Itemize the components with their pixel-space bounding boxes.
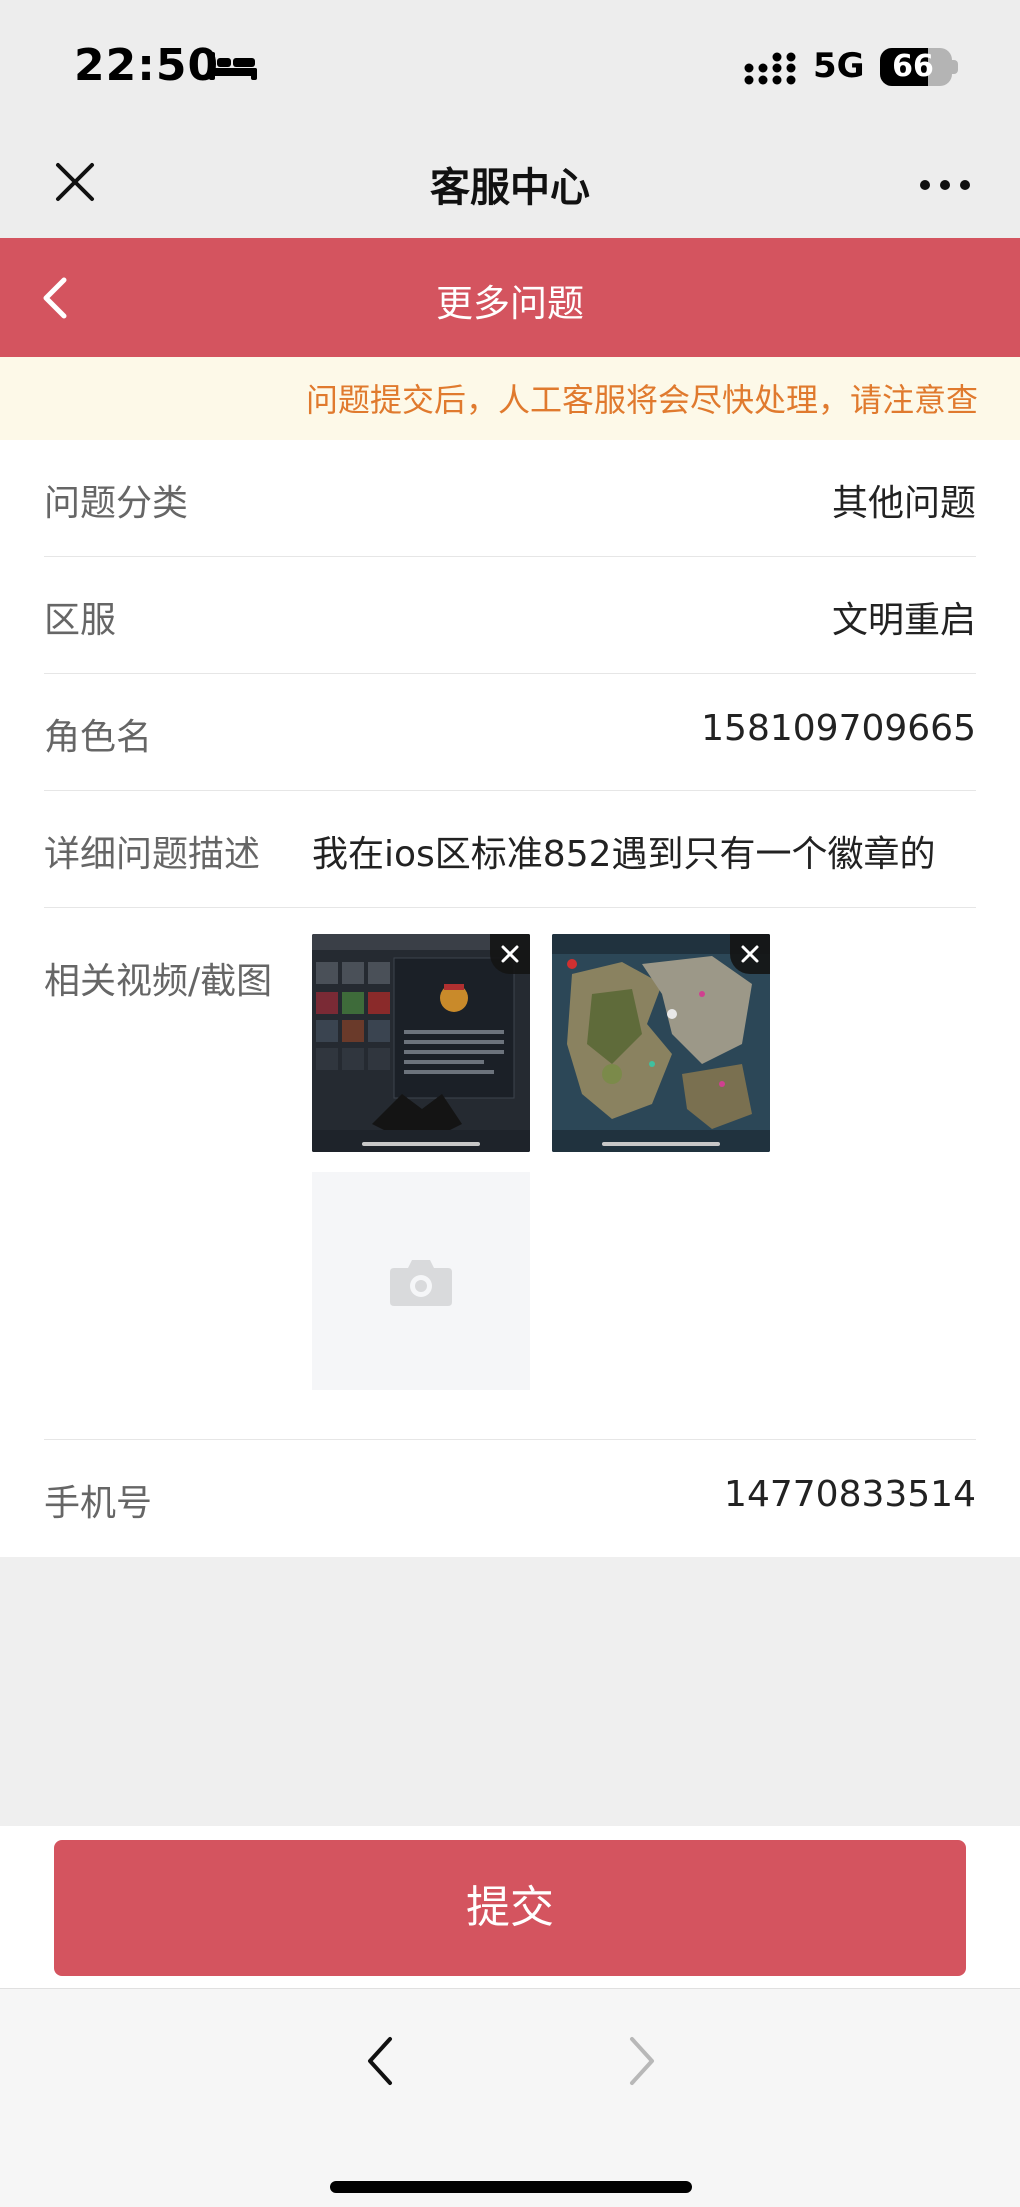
media-thumbnail[interactable] [312, 934, 530, 1152]
media-thumbnail[interactable] [552, 934, 770, 1152]
home-indicator [330, 2181, 692, 2193]
description-row[interactable]: 详细问题描述 我在ios区标准852遇到只有一个徽章的 [44, 791, 976, 908]
status-bar: 22:50 5G 66 [0, 0, 1020, 135]
battery-icon: 66 [880, 48, 952, 86]
server-label: 区服 [44, 600, 117, 641]
role-label: 角色名 [44, 717, 153, 758]
server-value: 文明重启 [831, 600, 976, 641]
network-type: 5G [813, 46, 865, 86]
phone-value: 14770833514 [724, 1474, 976, 1515]
browser-nav-bar [0, 1988, 1020, 2207]
category-row[interactable]: 问题分类 其他问题 [44, 440, 976, 557]
sleep-focus-icon [209, 52, 257, 80]
category-label: 问题分类 [44, 483, 189, 524]
description-label: 详细问题描述 [44, 834, 261, 875]
wechat-title-bar: 客服中心 [0, 135, 1020, 238]
status-time: 22:50 [74, 40, 220, 91]
more-icon[interactable] [918, 175, 972, 195]
notice-text: 问题提交后，人工客服将会尽快处理，请注意查 [305, 381, 978, 419]
battery-label: 66 [892, 49, 934, 84]
signal-icon [744, 52, 796, 85]
battery-tip [952, 60, 958, 74]
page-title: 更多问题 [436, 282, 584, 325]
remove-thumbnail-icon[interactable] [490, 934, 530, 974]
upload-media-button[interactable] [312, 1172, 530, 1390]
camera-icon [390, 1260, 452, 1306]
media-row: 相关视频/截图 [44, 908, 976, 1440]
role-row[interactable]: 角色名 158109709665 [44, 674, 976, 791]
chevron-left-icon[interactable] [360, 2031, 400, 2091]
wechat-title: 客服中心 [430, 165, 590, 211]
phone-row[interactable]: 手机号 14770833514 [44, 1440, 976, 1557]
notice-banner: 问题提交后，人工客服将会尽快处理，请注意查 [0, 357, 1020, 440]
phone-label: 手机号 [44, 1483, 153, 1524]
server-row[interactable]: 区服 文明重启 [44, 557, 976, 674]
description-value[interactable]: 我在ios区标准852遇到只有一个徽章的 [312, 825, 976, 877]
category-value: 其他问题 [831, 483, 976, 524]
ticket-form: 问题分类 其他问题 区服 文明重启 角色名 158109709665 详细问题描… [0, 440, 1020, 1557]
submit-footer: 提交 [0, 1826, 1020, 1988]
media-label: 相关视频/截图 [44, 961, 273, 1002]
submit-button[interactable]: 提交 [54, 1840, 966, 1976]
chevron-right-icon[interactable] [622, 2031, 662, 2091]
role-value: 158109709665 [701, 708, 976, 749]
page-header: 更多问题 [0, 238, 1020, 357]
remove-thumbnail-icon[interactable] [730, 934, 770, 974]
